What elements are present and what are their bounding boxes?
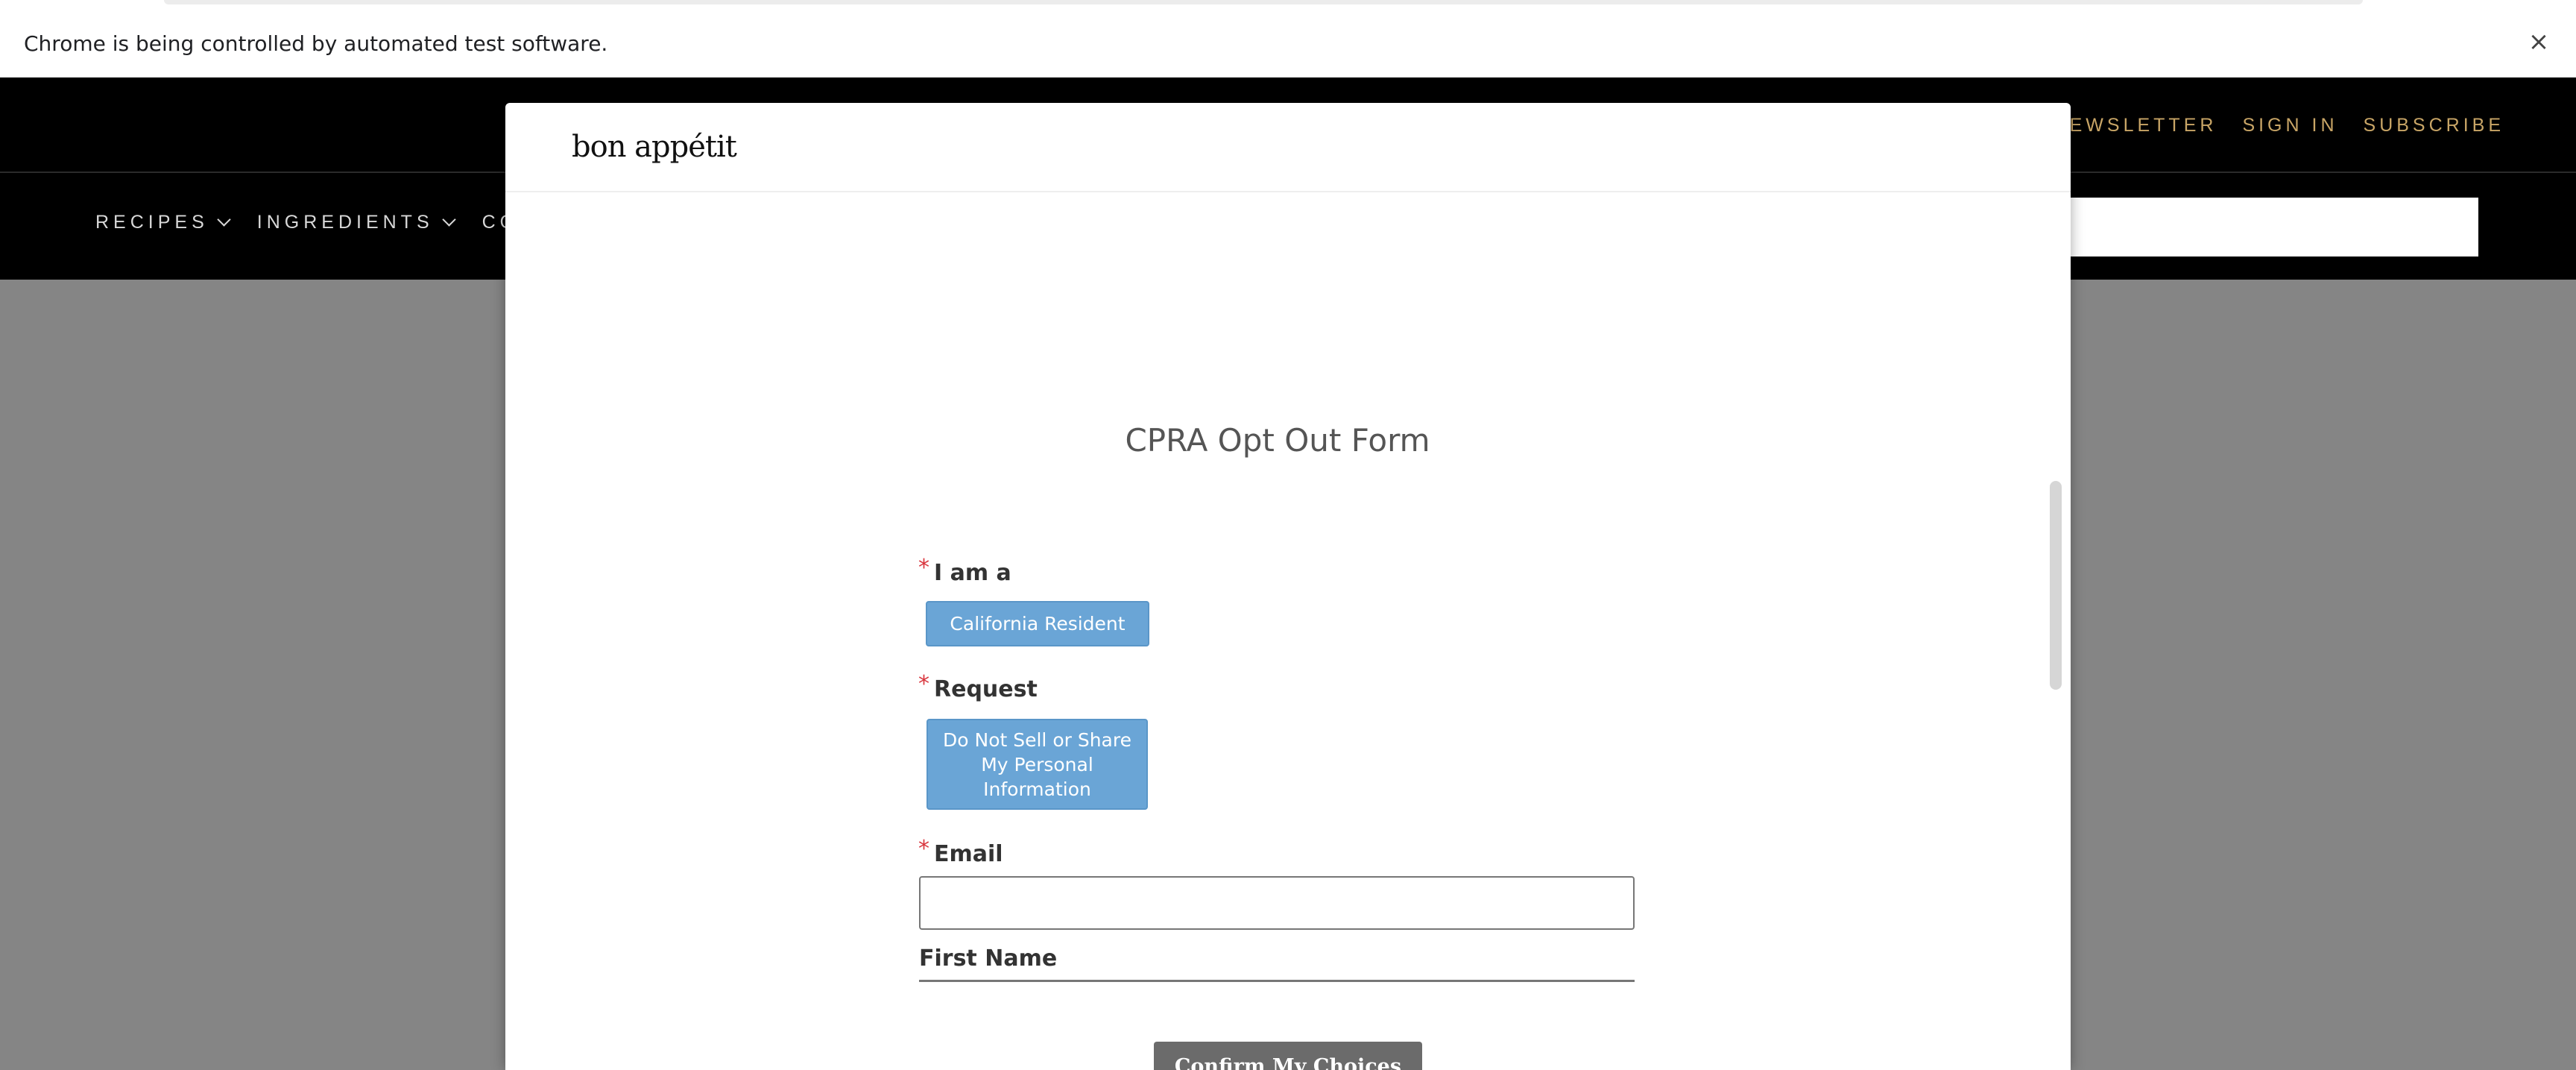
account-links: NEWSLETTER SIGN IN SUBSCRIBE bbox=[2053, 115, 2504, 136]
required-marker: * bbox=[918, 836, 929, 862]
request-label: Request bbox=[934, 676, 1038, 702]
infobar-message: Chrome is being controlled by automated … bbox=[24, 31, 608, 56]
site-search-input[interactable] bbox=[2012, 198, 2478, 257]
california-resident-label: California Resident bbox=[950, 613, 1126, 635]
confirm-choices-button[interactable]: Confirm My Choices bbox=[1154, 1042, 1422, 1070]
required-marker: * bbox=[918, 555, 929, 581]
newsletter-link[interactable]: NEWSLETTER bbox=[2053, 115, 2217, 136]
chevron-down-icon bbox=[217, 213, 231, 227]
nav-item-label: RECIPES bbox=[95, 212, 209, 233]
close-icon[interactable]: × bbox=[2524, 27, 2554, 57]
address-bar-edge bbox=[164, 0, 2363, 4]
nav-item-label: INGREDIENTS bbox=[256, 212, 434, 233]
subscribe-link[interactable]: SUBSCRIBE bbox=[2364, 115, 2504, 136]
cpra-opt-out-modal: bon appétit CPRA Opt Out Form * I am a C… bbox=[505, 103, 2071, 1070]
email-field[interactable] bbox=[919, 876, 1635, 930]
first-name-field[interactable] bbox=[919, 980, 1635, 982]
form-title: CPRA Opt Out Form bbox=[1125, 422, 1430, 459]
bon-appetit-logo: bon appétit bbox=[572, 130, 737, 164]
email-label: Email bbox=[934, 841, 1003, 867]
do-not-sell-label: Do Not Sell or Share My Personal Informa… bbox=[943, 728, 1131, 800]
browser-top-strip bbox=[0, 0, 2576, 9]
chevron-down-icon bbox=[441, 213, 456, 227]
iam-label: I am a bbox=[934, 560, 1011, 586]
modal-header: bon appétit bbox=[505, 103, 2071, 192]
nav-item-recipes[interactable]: RECIPES bbox=[95, 212, 231, 233]
california-resident-button[interactable]: California Resident bbox=[926, 601, 1149, 646]
first-name-label: First Name bbox=[919, 945, 1058, 972]
nav-item-ingredients[interactable]: INGREDIENTS bbox=[256, 212, 456, 233]
required-marker: * bbox=[918, 671, 929, 697]
do-not-sell-button[interactable]: Do Not Sell or Share My Personal Informa… bbox=[926, 719, 1148, 810]
sign-in-link[interactable]: SIGN IN bbox=[2242, 115, 2337, 136]
automation-infobar: Chrome is being controlled by automated … bbox=[0, 9, 2576, 78]
modal-scrollbar[interactable] bbox=[2050, 481, 2062, 690]
confirm-choices-label: Confirm My Choices bbox=[1174, 1055, 1402, 1070]
